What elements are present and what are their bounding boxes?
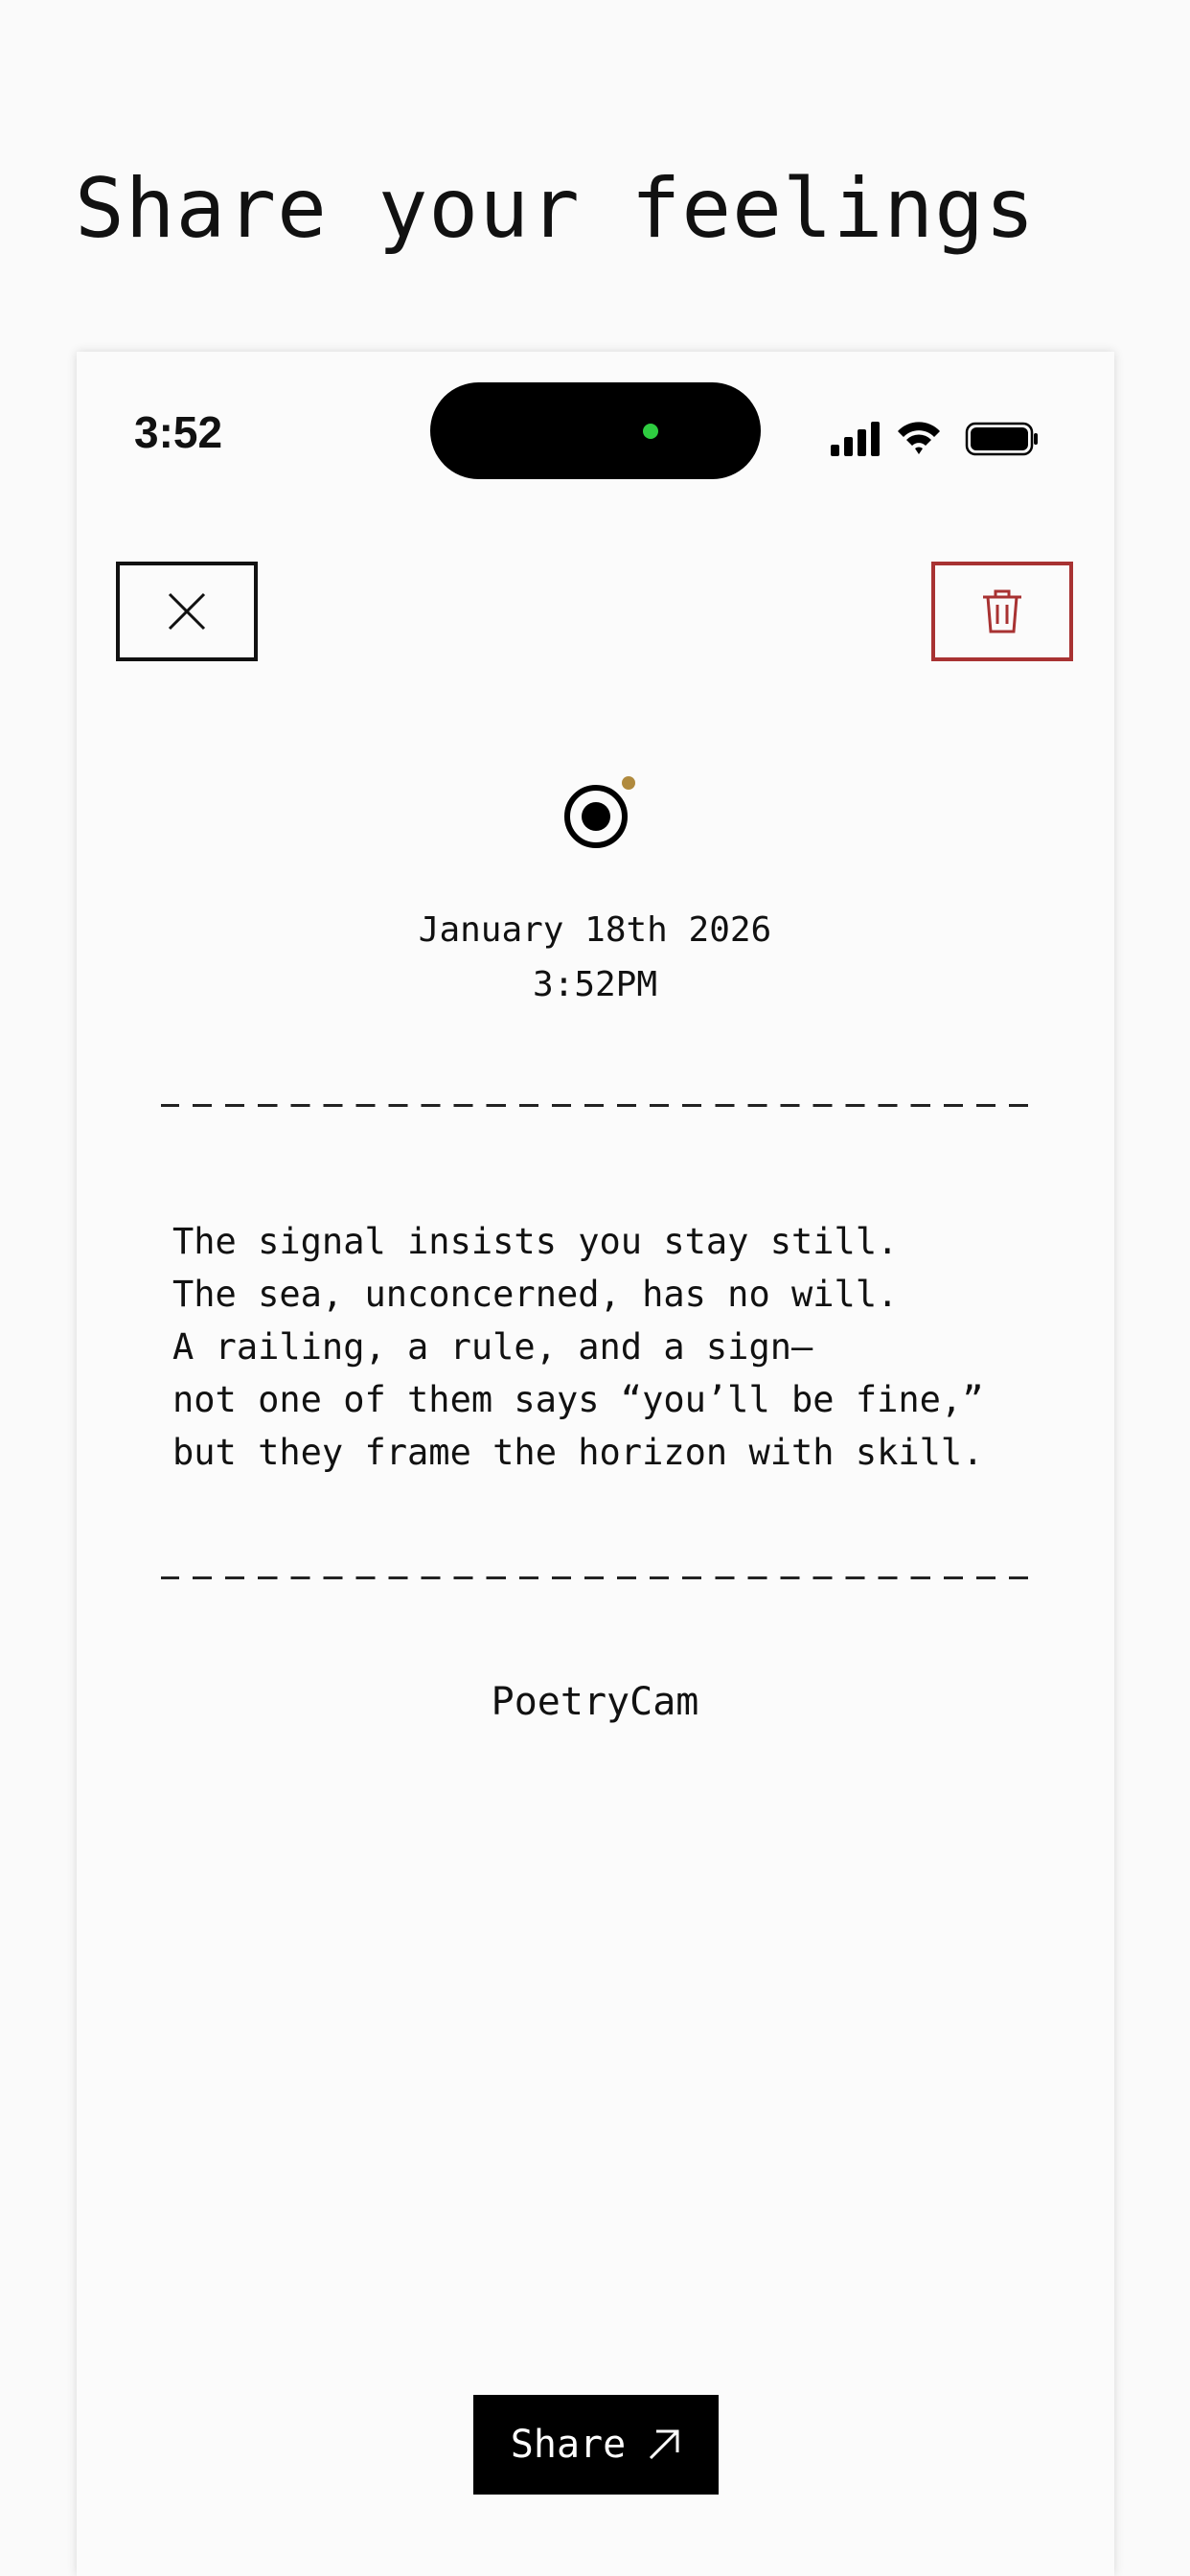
close-icon — [168, 592, 206, 631]
page-title: Share your feelings — [75, 161, 1036, 257]
battery-icon — [965, 422, 1038, 456]
camera-shutter-icon — [564, 776, 635, 848]
wifi-icon — [898, 422, 940, 454]
poem-text: The signal insists you stay still. The s… — [172, 1221, 984, 1473]
arrow-up-right-icon — [650, 2429, 679, 2460]
bottom-divider — [161, 1576, 1031, 1579]
camera-indicator-icon — [643, 424, 658, 439]
trash-icon — [983, 589, 1021, 633]
cellular-signal-icon — [831, 422, 880, 456]
top-divider — [161, 1104, 1031, 1107]
dynamic-island — [430, 382, 761, 479]
share-button-label: Share — [510, 2423, 627, 2467]
entry-time: 3:52PM — [532, 965, 658, 1004]
share-button[interactable]: Share — [473, 2395, 719, 2495]
brand-name: PoetryCam — [491, 1680, 699, 1724]
status-bar-time: 3:52 — [134, 407, 223, 457]
delete-button[interactable] — [931, 562, 1073, 661]
status-bar-icons — [831, 420, 1040, 460]
entry-date: January 18th 2026 — [418, 910, 772, 950]
close-button[interactable] — [116, 562, 258, 661]
